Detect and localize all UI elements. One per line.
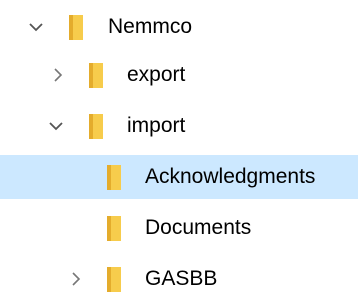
tree-item-gasbb[interactable]: GASBB — [0, 257, 358, 301]
tree-item-label: Documents — [145, 216, 252, 239]
tree-item-label: import — [127, 114, 186, 137]
tree-item-import[interactable]: import — [0, 104, 358, 148]
folder-tree: Nemmco export import Acknowledgments Doc… — [0, 0, 358, 292]
folder-icon — [87, 111, 107, 141]
tree-item-label: GASBB — [145, 267, 218, 290]
folder-icon — [105, 264, 125, 294]
chevron-right-icon[interactable] — [67, 270, 85, 288]
tree-item-label: Acknowledgments — [145, 165, 316, 188]
chevron-down-icon[interactable] — [47, 117, 65, 135]
folder-icon — [105, 162, 125, 192]
tree-item-label: export — [127, 63, 186, 86]
folder-icon — [67, 12, 87, 42]
chevron-down-icon[interactable] — [27, 18, 45, 36]
tree-item-acknowledgments[interactable]: Acknowledgments — [0, 155, 358, 199]
folder-icon — [87, 60, 107, 90]
tree-item-documents[interactable]: Documents — [0, 206, 358, 250]
tree-item-export[interactable]: export — [0, 53, 358, 97]
tree-item-nemmco[interactable]: Nemmco — [0, 5, 358, 49]
folder-icon — [105, 213, 125, 243]
tree-item-label: Nemmco — [108, 15, 193, 38]
chevron-right-icon[interactable] — [49, 66, 67, 84]
